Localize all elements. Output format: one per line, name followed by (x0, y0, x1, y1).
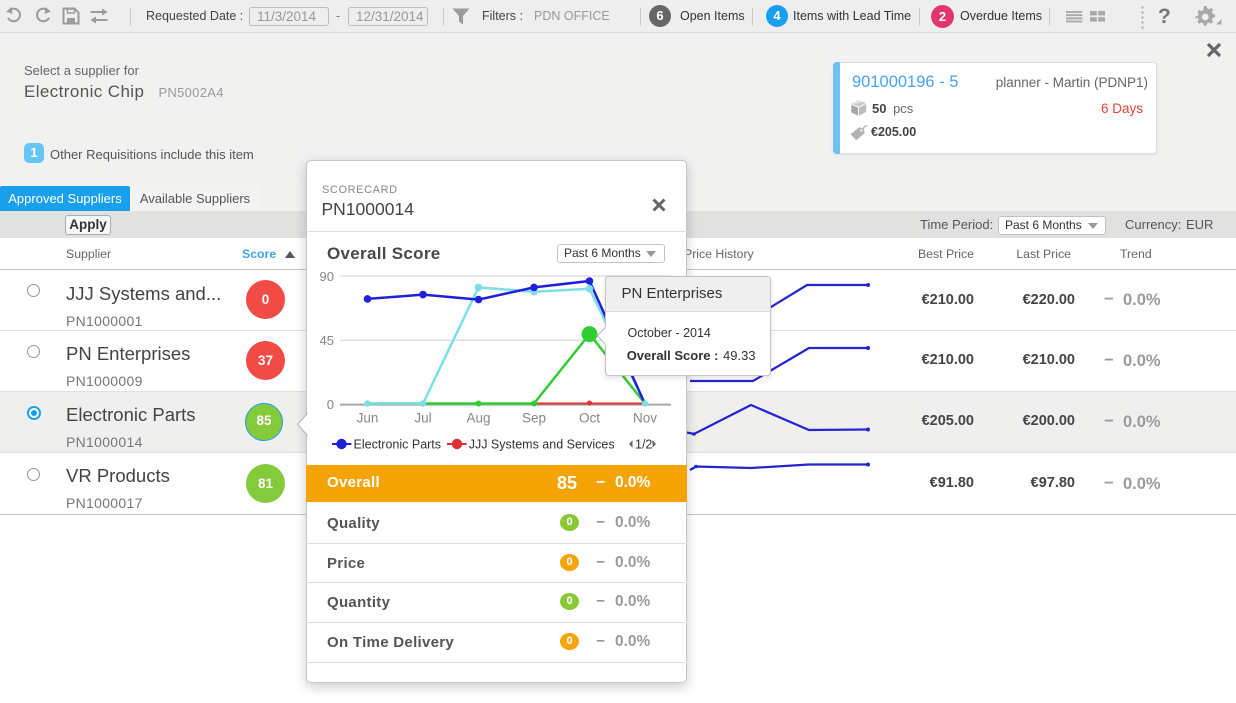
svg-text:Oct: Oct (579, 411, 600, 426)
svg-text:Aug: Aug (466, 411, 490, 426)
svg-text:90: 90 (320, 269, 334, 284)
svg-text:1/2: 1/2 (635, 438, 652, 452)
svg-text:Sep: Sep (522, 411, 546, 426)
svg-text:Nov: Nov (633, 411, 657, 426)
svg-text:Jul: Jul (414, 411, 431, 426)
svg-text:Electronic Parts: Electronic Parts (354, 438, 442, 452)
svg-text:Jun: Jun (357, 411, 379, 426)
svg-text:45: 45 (320, 333, 334, 348)
svg-text:JJJ Systems and Services: JJJ Systems and Services (469, 438, 615, 452)
svg-text:0: 0 (327, 397, 334, 412)
